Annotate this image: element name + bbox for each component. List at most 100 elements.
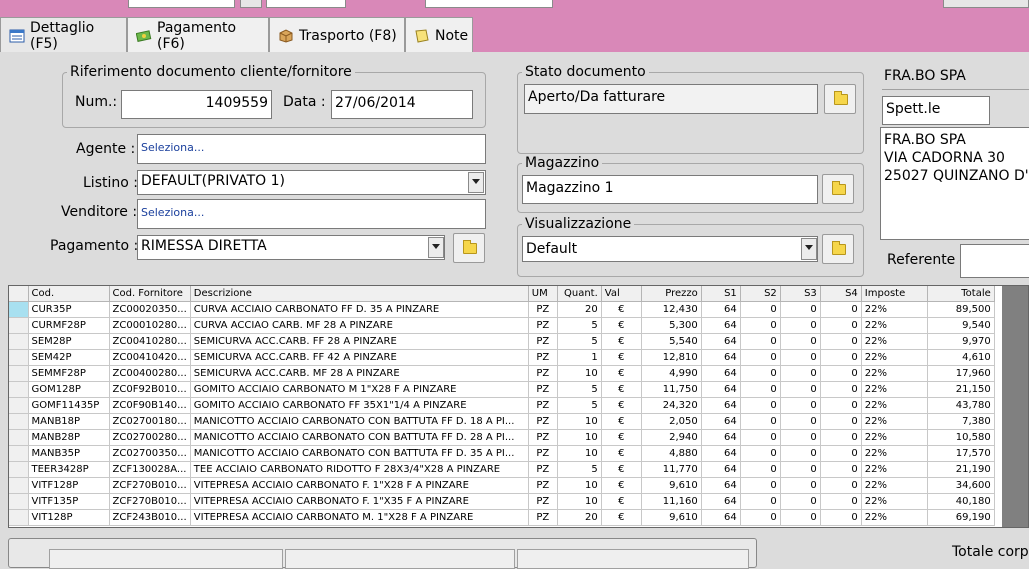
column-header[interactable]: S1 bbox=[701, 286, 741, 302]
stato-folder-button[interactable] bbox=[824, 84, 856, 114]
table-cell[interactable]: 9,610 bbox=[641, 477, 702, 494]
table-cell[interactable]: 5,540 bbox=[641, 333, 702, 350]
table-cell[interactable]: 22% bbox=[861, 301, 928, 318]
table-cell[interactable]: ZC02700350... bbox=[109, 445, 191, 462]
table-cell[interactable]: 22% bbox=[861, 477, 928, 494]
table-cell[interactable]: 0 bbox=[780, 301, 821, 318]
table-cell[interactable]: 5 bbox=[557, 333, 602, 350]
column-header[interactable] bbox=[9, 286, 29, 302]
table-cell[interactable]: PZ bbox=[528, 493, 558, 510]
column-header[interactable]: UM bbox=[528, 286, 558, 302]
row-indicator[interactable] bbox=[9, 493, 29, 510]
table-cell[interactable]: 22% bbox=[861, 381, 928, 398]
table-cell[interactable]: 9,970 bbox=[927, 333, 995, 350]
table-cell[interactable]: ZC00020350... bbox=[109, 301, 191, 318]
table-cell[interactable]: 40,180 bbox=[927, 493, 995, 510]
tab-note[interactable]: Note bbox=[405, 17, 473, 53]
table-cell[interactable]: PZ bbox=[528, 301, 558, 318]
table-cell[interactable]: CUR35P bbox=[28, 301, 110, 318]
bottom-segment[interactable] bbox=[49, 549, 283, 569]
table-cell[interactable]: 20 bbox=[557, 301, 602, 318]
table-row[interactable]: TEER3428P ZCF130028A... TEE ACCIAIO CARBON… bbox=[9, 461, 995, 478]
table-cell[interactable]: 9,540 bbox=[927, 317, 995, 334]
visualizzazione-dropdown-button[interactable] bbox=[801, 238, 817, 260]
table-cell[interactable]: 5 bbox=[557, 381, 602, 398]
table-cell[interactable]: PZ bbox=[528, 381, 558, 398]
table-cell[interactable]: 1 bbox=[557, 349, 602, 366]
table-cell[interactable]: € bbox=[601, 381, 642, 398]
num-field[interactable]: 1409559 bbox=[121, 90, 272, 119]
table-cell[interactable]: PZ bbox=[528, 429, 558, 446]
top-field-4[interactable] bbox=[425, 0, 553, 8]
table-cell[interactable]: 5 bbox=[557, 461, 602, 478]
table-cell[interactable]: 64 bbox=[701, 397, 741, 414]
top-field-2[interactable] bbox=[240, 0, 262, 8]
table-cell[interactable]: 22% bbox=[861, 445, 928, 462]
table-cell[interactable]: 22% bbox=[861, 493, 928, 510]
table-cell[interactable]: 22% bbox=[861, 397, 928, 414]
table-cell[interactable]: 0 bbox=[740, 317, 781, 334]
table-cell[interactable]: PZ bbox=[528, 365, 558, 382]
table-row[interactable]: SEMMF28P ZC00400280... SEMICURVA ACC.CARB.… bbox=[9, 365, 995, 382]
column-header[interactable]: Cod. bbox=[28, 286, 110, 302]
table-cell[interactable]: ZCF270B010... bbox=[109, 493, 191, 510]
table-cell[interactable]: 0 bbox=[740, 365, 781, 382]
table-cell[interactable]: ZC00410420... bbox=[109, 349, 191, 366]
table-cell[interactable]: ZC0F90B140... bbox=[109, 397, 191, 414]
table-cell[interactable]: 12,810 bbox=[641, 349, 702, 366]
column-header[interactable]: Imposte bbox=[861, 286, 928, 302]
table-cell[interactable]: 0 bbox=[780, 493, 821, 510]
tab-trasporto[interactable]: Trasporto (F8) bbox=[269, 17, 405, 53]
table-cell[interactable]: 0 bbox=[820, 445, 862, 462]
column-header[interactable]: Val bbox=[601, 286, 642, 302]
row-indicator[interactable] bbox=[9, 397, 29, 414]
table-cell[interactable]: 22% bbox=[861, 349, 928, 366]
column-header[interactable]: Totale bbox=[927, 286, 995, 302]
table-cell[interactable]: ZC00400280... bbox=[109, 365, 191, 382]
referente-field[interactable] bbox=[960, 244, 1029, 278]
table-cell[interactable]: 9,610 bbox=[641, 509, 702, 526]
data-field[interactable]: 27/06/2014 bbox=[331, 90, 473, 119]
table-cell[interactable]: 0 bbox=[740, 381, 781, 398]
visualizzazione-select[interactable]: Default bbox=[522, 236, 818, 262]
table-cell[interactable]: 11,770 bbox=[641, 461, 702, 478]
table-cell[interactable]: 22% bbox=[861, 509, 928, 526]
table-cell[interactable]: 89,500 bbox=[927, 301, 995, 318]
table-row[interactable]: VIT128P ZCF243B010... VITEPRESA ACCIAIO CA… bbox=[9, 509, 995, 526]
table-cell[interactable]: MANICOTTO ACCIAIO CARBONATO CON BATTUTA … bbox=[190, 413, 529, 430]
table-cell[interactable]: ZC00010280... bbox=[109, 317, 191, 334]
table-cell[interactable]: VITEPRESA ACCIAIO CARBONATO F. 1"X28 F A… bbox=[190, 477, 529, 494]
table-cell[interactable]: VITEPRESA ACCIAIO CARBONATO F. 1"X35 F A… bbox=[190, 493, 529, 510]
agente-field[interactable]: Seleziona... bbox=[137, 134, 486, 164]
table-cell[interactable]: 22% bbox=[861, 365, 928, 382]
row-indicator[interactable] bbox=[9, 509, 29, 526]
bottom-segment[interactable] bbox=[285, 549, 515, 569]
table-cell[interactable]: PZ bbox=[528, 397, 558, 414]
table-cell[interactable]: 0 bbox=[820, 429, 862, 446]
table-cell[interactable]: ZC02700280... bbox=[109, 429, 191, 446]
table-cell[interactable]: GOMITO ACCIAIO CARBONATO FF 35X1"1/4 A P… bbox=[190, 397, 529, 414]
table-cell[interactable]: SEMICURVA ACC.CARB. MF 28 A PINZARE bbox=[190, 365, 529, 382]
table-cell[interactable]: 0 bbox=[820, 349, 862, 366]
table-cell[interactable]: € bbox=[601, 365, 642, 382]
table-cell[interactable]: 17,570 bbox=[927, 445, 995, 462]
table-cell[interactable]: 10 bbox=[557, 477, 602, 494]
table-cell[interactable]: TEE ACCIAIO CARBONATO RIDOTTO F 28X3/4"X… bbox=[190, 461, 529, 478]
table-cell[interactable]: 64 bbox=[701, 317, 741, 334]
table-cell[interactable]: € bbox=[601, 509, 642, 526]
cliente-address[interactable]: FRA.BO SPA VIA CADORNA 30 25027 QUINZANO… bbox=[880, 127, 1029, 240]
table-row[interactable]: VITF128P ZCF270B010... VITEPRESA ACCIAIO C… bbox=[9, 477, 995, 494]
table-cell[interactable]: 64 bbox=[701, 333, 741, 350]
visualizzazione-folder-button[interactable] bbox=[822, 234, 854, 264]
column-header[interactable]: S4 bbox=[820, 286, 862, 302]
table-cell[interactable]: 0 bbox=[740, 445, 781, 462]
table-cell[interactable]: 22% bbox=[861, 429, 928, 446]
table-cell[interactable]: 0 bbox=[820, 461, 862, 478]
table-cell[interactable]: 12,430 bbox=[641, 301, 702, 318]
table-row[interactable]: GOM128P ZC0F92B010... GOMITO ACCIAIO CARBO… bbox=[9, 381, 995, 398]
table-cell[interactable]: ZC00410280... bbox=[109, 333, 191, 350]
table-cell[interactable]: 2,050 bbox=[641, 413, 702, 430]
table-row[interactable]: CURMF28P ZC00010280... CURVA ACCIAO CARB. … bbox=[9, 317, 995, 334]
table-cell[interactable]: 0 bbox=[820, 381, 862, 398]
bottom-segment[interactable] bbox=[517, 549, 749, 569]
